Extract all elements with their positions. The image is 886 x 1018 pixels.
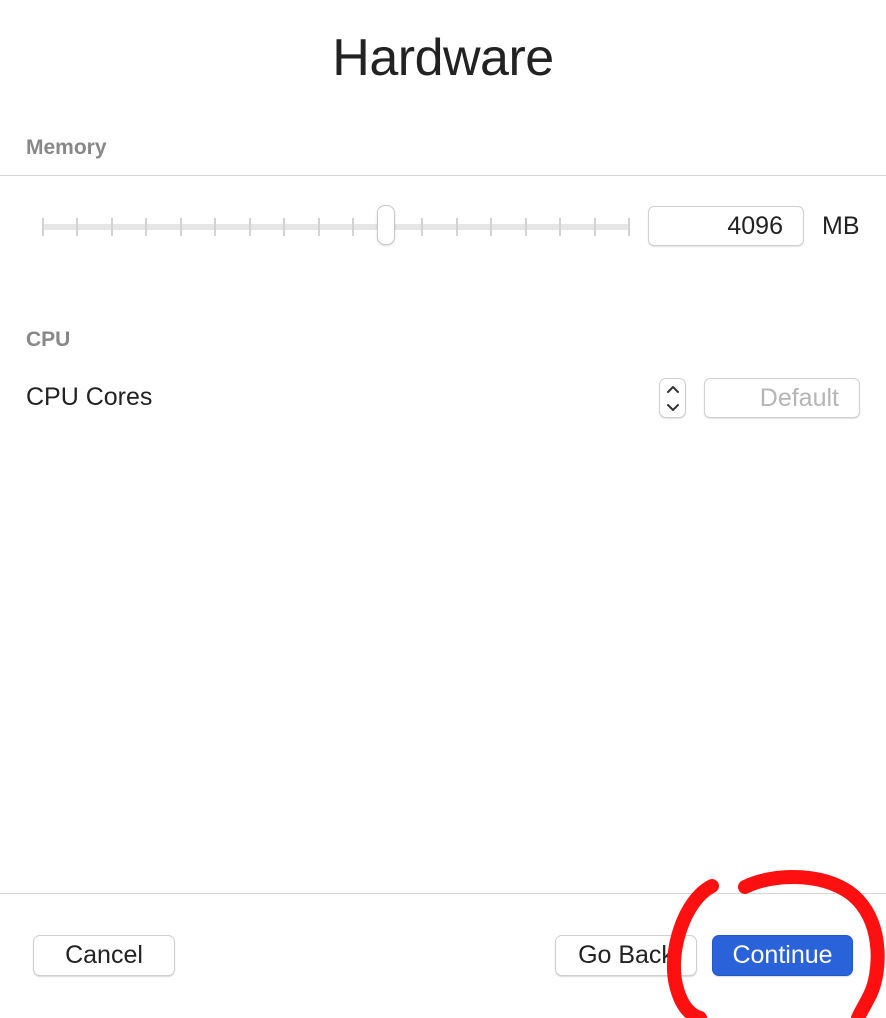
slider-tick xyxy=(628,218,630,236)
memory-slider[interactable] xyxy=(40,205,632,249)
slider-tick xyxy=(110,218,113,236)
slider-tick xyxy=(524,218,527,236)
slider-tick xyxy=(248,218,251,236)
continue-button[interactable]: Continue xyxy=(712,935,853,976)
slider-track[interactable] xyxy=(42,224,630,230)
memory-section-header: Memory xyxy=(26,136,107,159)
stepper-up-button[interactable] xyxy=(660,379,685,398)
stepper-down-button[interactable] xyxy=(660,398,685,417)
footer-divider xyxy=(0,893,886,894)
slider-tick xyxy=(490,218,493,236)
cpu-cores-field[interactable]: Default xyxy=(704,378,860,418)
red-circle-annotation xyxy=(666,870,885,1018)
slider-tick xyxy=(455,218,458,236)
cpu-cores-stepper[interactable] xyxy=(659,378,686,418)
memory-value-field[interactable]: 4096 xyxy=(648,206,804,246)
slider-tick xyxy=(179,218,182,236)
cancel-button[interactable]: Cancel xyxy=(33,935,175,976)
slider-tick xyxy=(145,218,148,236)
go-back-button[interactable]: Go Back xyxy=(555,935,697,976)
memory-divider xyxy=(0,175,886,176)
slider-tick xyxy=(352,218,355,236)
slider-tick xyxy=(593,218,596,236)
slider-tick xyxy=(317,218,320,236)
cpu-cores-label: CPU Cores xyxy=(26,383,153,411)
cpu-section-header: CPU xyxy=(26,328,71,351)
slider-knob[interactable] xyxy=(377,205,396,245)
memory-unit-label: MB xyxy=(822,212,860,240)
slider-tick xyxy=(421,218,424,236)
slider-tick xyxy=(214,218,217,236)
slider-tick xyxy=(559,218,562,236)
slider-tick xyxy=(42,218,44,236)
slider-tick xyxy=(76,218,79,236)
page-title: Hardware xyxy=(332,29,554,87)
slider-tick xyxy=(283,218,286,236)
chevron-down-icon xyxy=(666,403,679,411)
chevron-up-icon xyxy=(666,385,679,393)
